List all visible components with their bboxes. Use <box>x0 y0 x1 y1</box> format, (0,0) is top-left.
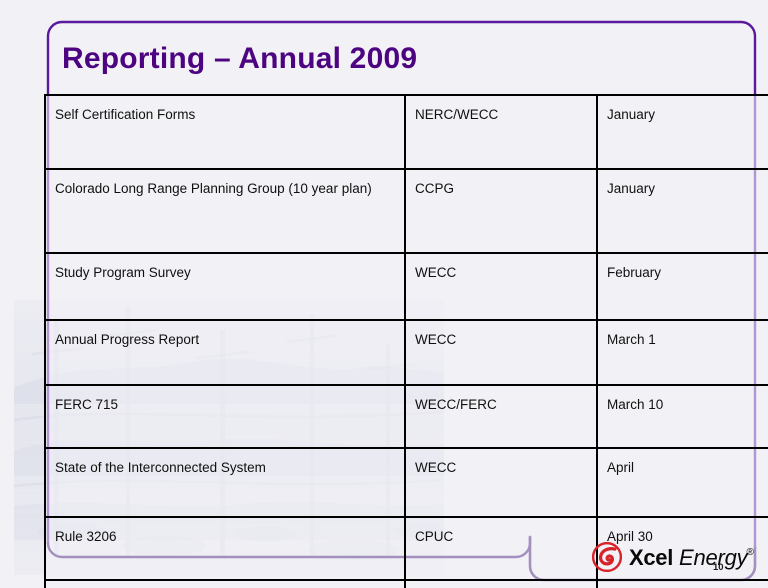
cell-org: WECC/FERC <box>404 384 598 449</box>
cell-org: CCPG <box>404 168 598 254</box>
annual-reporting-table: Self Certification Forms NERC/WECC Janua… <box>44 94 768 588</box>
page-number: 10 <box>713 562 724 573</box>
cell-due: April <box>596 447 768 518</box>
cell-item: FERC 715 <box>44 384 406 449</box>
cell-due: January <box>596 94 768 170</box>
cell-due: March 10 <box>596 384 768 449</box>
cell-org: WECC <box>404 579 598 588</box>
cell-item: Rule 3206 <box>44 516 406 581</box>
cell-org: WECC <box>404 252 598 321</box>
cell-org: CPUC <box>404 516 598 581</box>
cell-org: NERC/WECC <box>404 94 598 170</box>
cell-item: Voltage Stability Summary <box>44 579 406 588</box>
cell-due: December <box>596 579 768 588</box>
slide-title: Reporting – Annual 2009 <box>62 42 418 75</box>
logo-word-xcel: Xcel <box>629 545 674 570</box>
table-row: Colorado Long Range Planning Group (10 y… <box>44 168 768 254</box>
cell-org: WECC <box>404 447 598 518</box>
slide-canvas: Reporting – Annual 2009 Self Certificati… <box>0 0 768 588</box>
xcel-swirl-icon <box>592 542 622 572</box>
table-body: Self Certification Forms NERC/WECC Janua… <box>44 94 768 588</box>
cell-item: Study Program Survey <box>44 252 406 321</box>
cell-org: WECC <box>404 319 598 386</box>
xcel-energy-logo: Xcel Energy® <box>592 540 755 574</box>
table-row: Study Program Survey WECC February <box>44 252 768 321</box>
registered-trademark-icon: ® <box>746 546 754 558</box>
table-row: FERC 715 WECC/FERC March 10 <box>44 384 768 449</box>
table-row: Self Certification Forms NERC/WECC Janua… <box>44 94 768 170</box>
cell-due: February <box>596 252 768 321</box>
cell-item: Colorado Long Range Planning Group (10 y… <box>44 168 406 254</box>
cell-due: March 1 <box>596 319 768 386</box>
table-row: State of the Interconnected System WECC … <box>44 447 768 518</box>
cell-due: January <box>596 168 768 254</box>
logo-wordmark: Xcel Energy® <box>629 547 755 569</box>
cell-item: Self Certification Forms <box>44 94 406 170</box>
cell-item: Annual Progress Report <box>44 319 406 386</box>
cell-item: State of the Interconnected System <box>44 447 406 518</box>
reporting-table-container: Self Certification Forms NERC/WECC Janua… <box>44 94 768 588</box>
logo-word-energy: Energy <box>673 545 748 570</box>
table-row: Annual Progress Report WECC March 1 <box>44 319 768 386</box>
table-row: Voltage Stability Summary WECC December <box>44 579 768 588</box>
